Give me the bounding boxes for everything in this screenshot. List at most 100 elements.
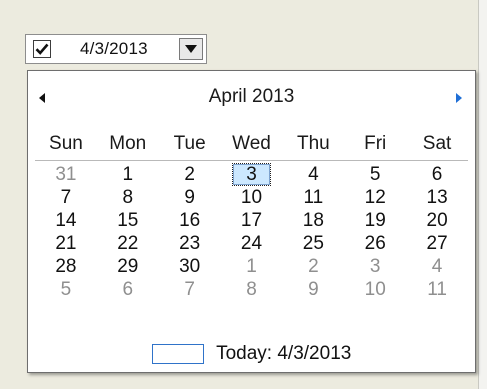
day-cell[interactable]: 8 bbox=[221, 278, 283, 301]
weekday-label: Fri bbox=[344, 128, 407, 161]
day-number: 4 bbox=[308, 164, 319, 185]
day-cell[interactable]: 8 bbox=[97, 186, 159, 209]
day-cell[interactable]: 4 bbox=[282, 163, 344, 186]
day-cell[interactable]: 10 bbox=[344, 278, 406, 301]
date-picker[interactable]: 4/3/2013 bbox=[25, 34, 207, 64]
day-grid: 31 1 2 3 4 5 6 7 8 9 10 11 12 13 14 15 16 17 18 19 20 21 22 23 2… bbox=[35, 163, 468, 301]
day-number: 13 bbox=[426, 187, 448, 208]
day-number: 6 bbox=[431, 164, 443, 185]
day-number: 26 bbox=[364, 233, 386, 254]
day-cell[interactable]: 25 bbox=[282, 232, 344, 255]
day-number: 6 bbox=[122, 279, 134, 300]
day-cell[interactable]: 7 bbox=[159, 278, 221, 301]
day-cell[interactable]: 9 bbox=[159, 186, 221, 209]
day-number: 3 bbox=[369, 256, 381, 277]
chevron-down-icon bbox=[185, 45, 197, 53]
day-cell[interactable]: 6 bbox=[406, 163, 468, 186]
today-marker bbox=[151, 344, 204, 364]
today-link[interactable]: Today: 4/3/2013 bbox=[28, 343, 475, 367]
day-number: 22 bbox=[117, 233, 139, 254]
day-number: 10 bbox=[240, 187, 263, 208]
day-cell[interactable]: 13 bbox=[406, 186, 468, 209]
weekday-label: Thu bbox=[282, 128, 345, 161]
day-cell[interactable]: 1 bbox=[221, 255, 283, 278]
month-title[interactable]: April 2013 bbox=[28, 86, 475, 108]
day-cell[interactable]: 17 bbox=[221, 209, 283, 232]
day-number: 12 bbox=[364, 187, 386, 208]
day-cell[interactable]: 6 bbox=[97, 278, 159, 301]
day-cell[interactable]: 4 bbox=[406, 255, 468, 278]
day-number: 1 bbox=[246, 256, 257, 277]
day-cell[interactable]: 23 bbox=[159, 232, 221, 255]
check-icon bbox=[35, 43, 49, 55]
day-number: 11 bbox=[303, 187, 324, 208]
next-month-button[interactable] bbox=[451, 91, 465, 105]
day-cell[interactable]: 9 bbox=[282, 278, 344, 301]
day-cell[interactable]: 19 bbox=[344, 209, 406, 232]
day-cell-selected[interactable]: 3 bbox=[221, 163, 283, 186]
day-cell[interactable]: 18 bbox=[282, 209, 344, 232]
day-number: 15 bbox=[117, 210, 139, 231]
day-cell[interactable]: 11 bbox=[406, 278, 468, 301]
day-number: 1 bbox=[122, 164, 134, 185]
window-edge bbox=[478, 0, 487, 389]
day-number: 4 bbox=[431, 256, 443, 277]
day-cell[interactable]: 5 bbox=[35, 278, 97, 301]
day-number: 30 bbox=[179, 256, 201, 277]
day-cell[interactable]: 15 bbox=[97, 209, 159, 232]
day-number: 9 bbox=[184, 187, 195, 208]
day-number: 9 bbox=[308, 279, 319, 300]
day-number: 25 bbox=[302, 233, 324, 254]
day-cell[interactable]: 31 bbox=[35, 163, 97, 186]
day-number: 17 bbox=[240, 210, 263, 231]
weekday-header: Sun Mon Tue Wed Thu Fri Sat bbox=[35, 128, 468, 161]
day-cell[interactable]: 2 bbox=[282, 255, 344, 278]
day-cell[interactable]: 1 bbox=[97, 163, 159, 186]
date-picker-checkbox[interactable] bbox=[33, 40, 51, 58]
day-number: 20 bbox=[426, 210, 448, 231]
day-cell[interactable]: 3 bbox=[344, 255, 406, 278]
day-number: 5 bbox=[369, 164, 381, 185]
dropdown-button[interactable] bbox=[179, 38, 203, 60]
day-number: 19 bbox=[364, 210, 386, 231]
day-cell[interactable]: 27 bbox=[406, 232, 468, 255]
weekday-label: Sun bbox=[35, 128, 97, 161]
day-number: 10 bbox=[364, 279, 386, 300]
day-number: 14 bbox=[55, 210, 77, 231]
weekday-label: Wed bbox=[220, 128, 283, 161]
day-cell[interactable]: 20 bbox=[406, 209, 468, 232]
day-cell[interactable]: 29 bbox=[97, 255, 159, 278]
day-number: 31 bbox=[55, 164, 77, 185]
day-number: 21 bbox=[55, 233, 77, 254]
day-cell[interactable]: 28 bbox=[35, 255, 97, 278]
day-number: 29 bbox=[117, 256, 139, 277]
day-number: 8 bbox=[246, 279, 257, 300]
day-cell[interactable]: 5 bbox=[344, 163, 406, 186]
day-cell[interactable]: 7 bbox=[35, 186, 97, 209]
day-number: 28 bbox=[55, 256, 77, 277]
day-number: 23 bbox=[179, 233, 201, 254]
day-cell[interactable]: 11 bbox=[282, 186, 344, 209]
day-number: 5 bbox=[60, 279, 72, 300]
date-picker-value[interactable]: 4/3/2013 bbox=[80, 39, 148, 59]
day-number: 8 bbox=[122, 187, 134, 208]
weekday-label: Mon bbox=[96, 128, 159, 161]
day-cell[interactable]: 26 bbox=[344, 232, 406, 255]
day-number: 7 bbox=[60, 187, 72, 208]
day-number: 24 bbox=[240, 233, 263, 254]
day-cell[interactable]: 2 bbox=[159, 163, 221, 186]
day-cell[interactable]: 12 bbox=[344, 186, 406, 209]
day-cell[interactable]: 21 bbox=[35, 232, 97, 255]
day-cell[interactable]: 10 bbox=[221, 186, 283, 209]
month-calendar-popup: April 2013 Sun Mon Tue Wed Thu Fri Sat 3… bbox=[27, 70, 476, 373]
weekday-label: Tue bbox=[158, 128, 221, 161]
day-cell[interactable]: 14 bbox=[35, 209, 97, 232]
arrow-right-icon bbox=[456, 93, 462, 103]
today-label[interactable]: Today: 4/3/2013 bbox=[216, 343, 351, 364]
day-cell[interactable]: 16 bbox=[159, 209, 221, 232]
day-number: 2 bbox=[184, 164, 195, 185]
day-cell[interactable]: 30 bbox=[159, 255, 221, 278]
weekday-label: Sat bbox=[406, 128, 468, 161]
day-cell[interactable]: 22 bbox=[97, 232, 159, 255]
day-cell[interactable]: 24 bbox=[221, 232, 283, 255]
